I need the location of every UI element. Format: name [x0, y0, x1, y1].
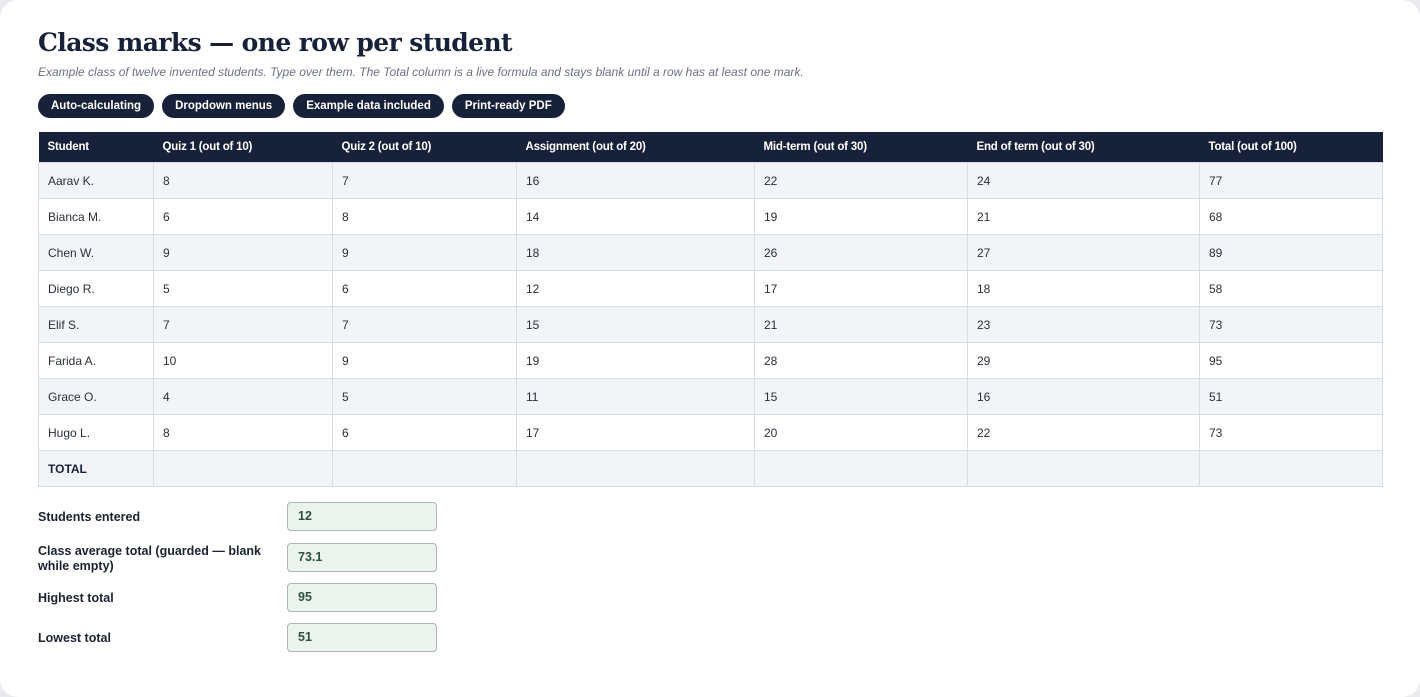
highest-total-field[interactable]: 95	[287, 583, 437, 612]
total-cell[interactable]: 89	[1199, 234, 1383, 271]
class-average-field[interactable]: 73.1	[287, 543, 437, 572]
end-of-term-cell[interactable]: 29	[967, 342, 1200, 379]
quiz-2-cell[interactable]: 7	[332, 162, 517, 199]
table-row: Farida A. 10 9 19 28 29 95	[38, 342, 1383, 379]
page-title: Class marks — one row per student	[38, 28, 513, 57]
table-row: Chen W. 9 9 18 26 27 89	[38, 234, 1383, 271]
total-cell[interactable]: 68	[1199, 198, 1383, 235]
table-row: Grace O. 4 5 11 15 16 51	[38, 378, 1383, 415]
quiz-2-cell[interactable]: 7	[332, 306, 517, 343]
mid-term-cell[interactable]: 15	[754, 378, 968, 415]
quiz-1-cell[interactable]: 8	[153, 414, 333, 451]
quiz-2-cell[interactable]: 9	[332, 234, 517, 271]
student-name-cell[interactable]: Chen W.	[38, 234, 154, 271]
assignment-cell[interactable]: 14	[516, 198, 755, 235]
student-name-cell[interactable]: Hugo L.	[38, 414, 154, 451]
feature-chips: Auto-calculating Dropdown menus Example …	[38, 94, 565, 118]
assignment-cell[interactable]: 16	[516, 162, 755, 199]
table-row: Diego R. 5 6 12 17 18 58	[38, 270, 1383, 307]
table-row: Bianca M. 6 8 14 19 21 68	[38, 198, 1383, 235]
spreadsheet-card: Class marks — one row per student Exampl…	[0, 0, 1420, 697]
quiz-1-cell[interactable]	[153, 450, 333, 487]
page-subtitle: Example class of twelve invented student…	[38, 65, 804, 79]
summary-label: Highest total	[38, 591, 114, 605]
student-name-cell[interactable]: Diego R.	[38, 270, 154, 307]
total-cell[interactable]: 51	[1199, 378, 1383, 415]
summary-label: Students entered	[38, 510, 141, 524]
assignment-cell[interactable]: 18	[516, 234, 755, 271]
quiz-1-cell[interactable]: 10	[153, 342, 333, 379]
column-header-mid-term: Mid-term (out of 30)	[754, 132, 968, 163]
total-cell[interactable]	[1199, 450, 1383, 487]
mid-term-cell[interactable]: 28	[754, 342, 968, 379]
summary-label: Class average total (guarded — blank whi…	[38, 544, 261, 573]
student-name-cell[interactable]: Aarav K.	[38, 162, 154, 199]
summary-label: Lowest total	[38, 631, 111, 645]
total-cell[interactable]: 58	[1199, 270, 1383, 307]
end-of-term-cell[interactable]: 23	[967, 306, 1200, 343]
quiz-1-cell[interactable]: 4	[153, 378, 333, 415]
table-total-row: TOTAL	[38, 450, 1383, 487]
chip-auto-calculating[interactable]: Auto-calculating	[38, 94, 155, 118]
table-row: Aarav K. 8 7 16 22 24 77	[38, 162, 1383, 199]
total-cell[interactable]: 95	[1199, 342, 1383, 379]
end-of-term-cell[interactable]: 22	[967, 414, 1200, 451]
chip-example-data[interactable]: Example data included	[293, 94, 444, 118]
quiz-2-cell[interactable]: 8	[332, 198, 517, 235]
table-row: Elif S. 7 7 15 21 23 73	[38, 306, 1383, 343]
quiz-2-cell[interactable]: 6	[332, 270, 517, 307]
student-name-cell[interactable]: Elif S.	[38, 306, 154, 343]
mid-term-cell[interactable]	[754, 450, 968, 487]
assignment-cell[interactable]: 17	[516, 414, 755, 451]
mid-term-cell[interactable]: 21	[754, 306, 968, 343]
total-cell[interactable]: 77	[1199, 162, 1383, 199]
quiz-1-cell[interactable]: 7	[153, 306, 333, 343]
end-of-term-cell[interactable]: 27	[967, 234, 1200, 271]
mid-term-cell[interactable]: 26	[754, 234, 968, 271]
students-entered-field[interactable]: 12	[287, 502, 437, 531]
total-row-label: TOTAL	[38, 450, 154, 487]
quiz-2-cell[interactable]	[332, 450, 517, 487]
column-header-assignment: Assignment (out of 20)	[516, 132, 755, 163]
quiz-1-cell[interactable]: 5	[153, 270, 333, 307]
mid-term-cell[interactable]: 17	[754, 270, 968, 307]
end-of-term-cell[interactable]: 24	[967, 162, 1200, 199]
total-cell[interactable]: 73	[1199, 414, 1383, 451]
quiz-2-cell[interactable]: 9	[332, 342, 517, 379]
column-header-quiz-2: Quiz 2 (out of 10)	[332, 132, 517, 163]
lowest-total-field[interactable]: 51	[287, 623, 437, 652]
quiz-2-cell[interactable]: 5	[332, 378, 517, 415]
end-of-term-cell[interactable]: 18	[967, 270, 1200, 307]
end-of-term-cell[interactable]: 21	[967, 198, 1200, 235]
chip-dropdown-menus[interactable]: Dropdown menus	[162, 94, 286, 118]
table-body: Aarav K. 8 7 16 22 24 77 Bianca M. 6 8 14 19 21 68 Che…	[38, 162, 1383, 487]
column-header-student: Student	[38, 132, 154, 163]
column-header-total: Total (out of 100)	[1199, 132, 1383, 163]
table-row: Hugo L. 8 6 17 20 22 73	[38, 414, 1383, 451]
quiz-2-cell[interactable]: 6	[332, 414, 517, 451]
quiz-1-cell[interactable]: 8	[153, 162, 333, 199]
assignment-cell[interactable]: 15	[516, 306, 755, 343]
column-header-quiz-1: Quiz 1 (out of 10)	[153, 132, 333, 163]
mid-term-cell[interactable]: 20	[754, 414, 968, 451]
student-name-cell[interactable]: Bianca M.	[38, 198, 154, 235]
quiz-1-cell[interactable]: 6	[153, 198, 333, 235]
assignment-cell[interactable]: 19	[516, 342, 755, 379]
end-of-term-cell[interactable]	[967, 450, 1200, 487]
mid-term-cell[interactable]: 19	[754, 198, 968, 235]
assignment-cell[interactable]: 11	[516, 378, 755, 415]
mid-term-cell[interactable]: 22	[754, 162, 968, 199]
quiz-1-cell[interactable]: 9	[153, 234, 333, 271]
column-header-end-of-term: End of term (out of 30)	[967, 132, 1200, 163]
table-header-row: Student Quiz 1 (out of 10) Quiz 2 (out o…	[38, 132, 1383, 163]
assignment-cell[interactable]	[516, 450, 755, 487]
student-name-cell[interactable]: Farida A.	[38, 342, 154, 379]
chip-print-ready-pdf[interactable]: Print-ready PDF	[451, 94, 565, 118]
marks-table: Student Quiz 1 (out of 10) Quiz 2 (out o…	[38, 132, 1383, 487]
total-cell[interactable]: 73	[1199, 306, 1383, 343]
end-of-term-cell[interactable]: 16	[967, 378, 1200, 415]
student-name-cell[interactable]: Grace O.	[38, 378, 154, 415]
assignment-cell[interactable]: 12	[516, 270, 755, 307]
